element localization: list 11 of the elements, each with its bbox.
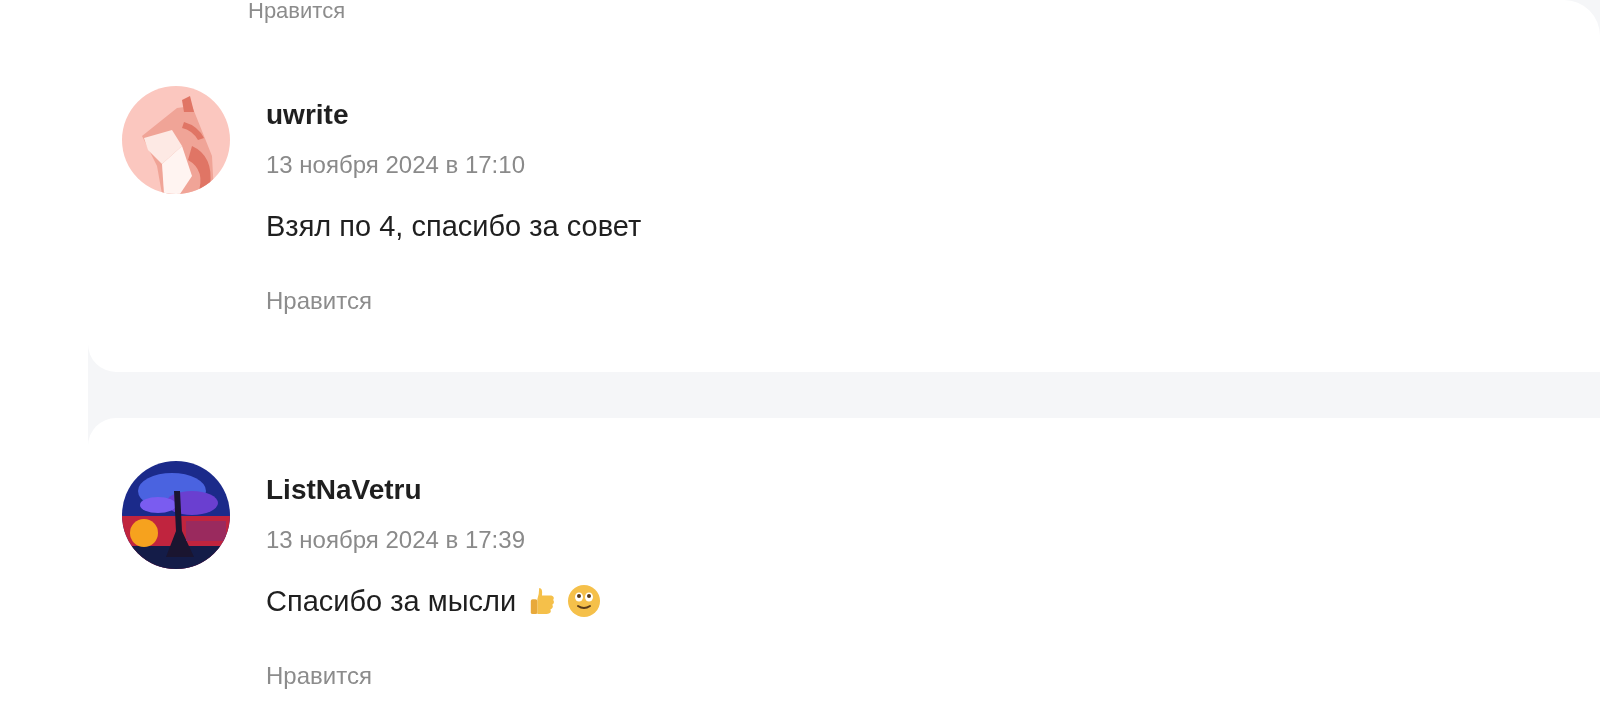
comment-text: Спасибо за мысли xyxy=(266,584,517,619)
smiling-face-icon xyxy=(568,585,601,617)
thumbs-up-icon xyxy=(528,586,557,616)
comment-date: 13 ноября 2024 в 17:39 xyxy=(266,525,526,555)
author-name[interactable]: uwrite xyxy=(266,98,642,132)
like-button[interactable]: Нравится xyxy=(266,661,372,691)
like-button[interactable]: Нравится xyxy=(266,286,372,316)
comment-date: 13 ноября 2024 в 17:10 xyxy=(266,150,526,180)
comment-text: Взял по 4, спасибо за совет xyxy=(266,209,642,244)
like-button[interactable]: Нравится xyxy=(248,0,346,22)
author-name[interactable]: ListNaVetru xyxy=(266,473,601,507)
